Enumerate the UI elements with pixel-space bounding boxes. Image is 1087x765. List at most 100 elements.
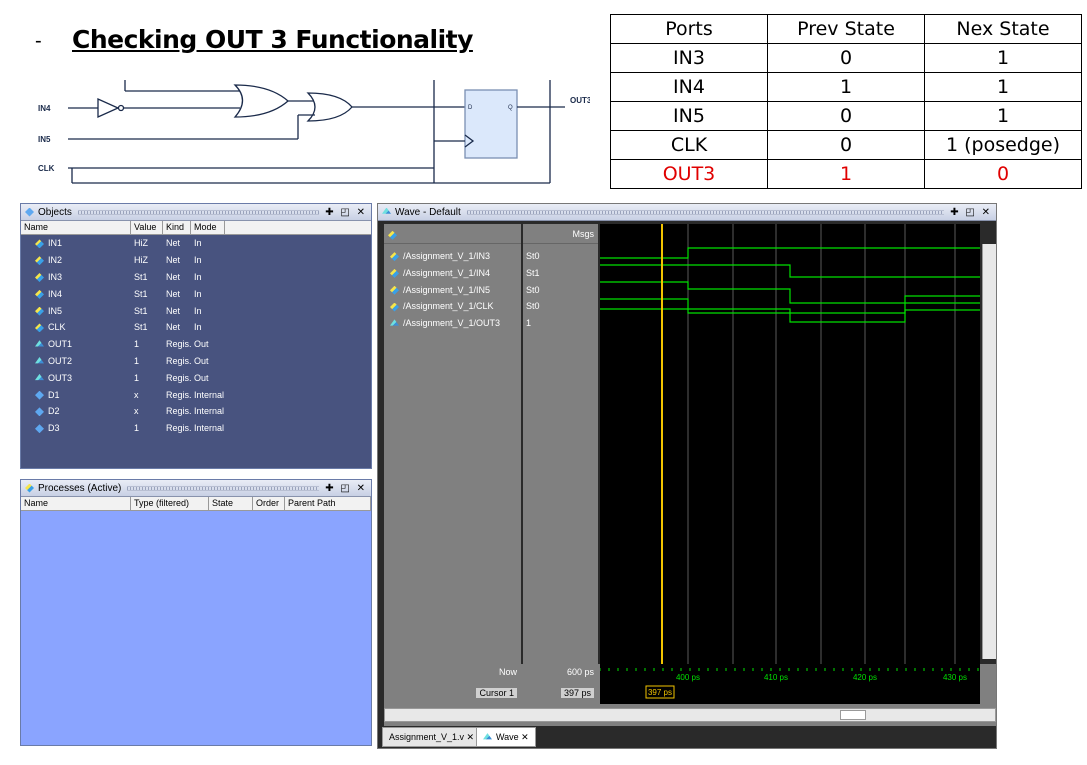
now-cursor-labels: Now Cursor 1	[384, 664, 521, 704]
cursor-tag: 397 ps	[648, 688, 672, 697]
object-name: IN3	[48, 271, 63, 282]
waveform-trace	[600, 264, 980, 278]
object-row[interactable]: D1 x Regis...Internal	[21, 386, 371, 403]
object-name: IN4	[48, 288, 63, 299]
input-icon	[35, 323, 44, 333]
ff-d-label: D	[468, 105, 473, 111]
circuit-diagram: IN4 IN5 CLK OUT3 D Q	[38, 80, 590, 184]
column-header-type[interactable]: Type (filtered)	[131, 497, 209, 510]
tab-source-label: Assignment_V_1.v	[389, 732, 465, 742]
column-header-state[interactable]: State	[209, 497, 253, 510]
state-table: Ports Prev State Nex State IN3 0 1 IN4 1…	[610, 14, 1082, 189]
table-row: IN3 0 1	[610, 43, 1082, 73]
object-row[interactable]: IN5 St1 Net In	[21, 302, 371, 319]
column-header-name[interactable]: Name	[21, 497, 131, 510]
object-row[interactable]: OUT3 1 Regis...Out	[21, 369, 371, 386]
wave-signal[interactable]: /Assignment_V_1/IN4	[384, 265, 521, 282]
object-row[interactable]: CLK St1 Net In	[21, 319, 371, 336]
horizontal-scrollbar[interactable]	[384, 708, 996, 722]
object-name-cell: IN2	[21, 255, 131, 266]
tab-wave[interactable]: Wave ✕	[476, 727, 536, 747]
input-icon	[35, 256, 44, 266]
object-value: x	[134, 406, 139, 417]
object-name-cell: OUT2	[21, 356, 131, 366]
object-row[interactable]: D2 x Regis...Internal	[21, 403, 371, 420]
object-name-cell: D2	[21, 406, 131, 417]
input-icon	[35, 306, 44, 316]
time-tick-label: 420 ps	[853, 673, 877, 682]
internal-icon	[35, 407, 44, 417]
tab-source-file[interactable]: Assignment_V_1.v ✕	[382, 727, 482, 747]
table-cell: 1	[767, 159, 925, 189]
wave-signal[interactable]: /Assignment_V_1/CLK	[384, 298, 521, 315]
column-header-value[interactable]: Value	[131, 221, 163, 234]
input-icon	[35, 273, 44, 283]
object-row[interactable]: OUT2 1 Regis...Out	[21, 353, 371, 370]
object-kind: Regis...	[166, 372, 191, 383]
scroll-thumb[interactable]	[840, 710, 866, 720]
wave-signal[interactable]: /Assignment_V_1/IN5	[384, 282, 521, 299]
out3-label: OUT3	[570, 96, 590, 105]
column-header-parent-path[interactable]: Parent Path	[285, 497, 371, 510]
panel-controls-icon[interactable]: ✚ ◰ ✕	[950, 207, 992, 218]
object-mode: In	[194, 288, 202, 299]
wave-signal[interactable]: /Assignment_V_1/OUT3	[384, 315, 521, 332]
signal-name-column: /Assignment_V_1/IN3/Assignment_V_1/IN4/A…	[384, 224, 521, 664]
output-icon	[390, 319, 399, 326]
object-row[interactable]: OUT1 1 Regis...Out	[21, 336, 371, 353]
wave-signal[interactable]: /Assignment_V_1/IN3	[384, 248, 521, 265]
object-name-cell: OUT3	[21, 373, 131, 383]
waveform-plot[interactable]	[600, 224, 980, 664]
object-name: IN1	[48, 238, 63, 249]
drag-grip[interactable]	[466, 209, 945, 215]
panel-controls-icon[interactable]: ✚ ◰ ✕	[325, 483, 367, 494]
object-mode: In	[194, 322, 202, 333]
object-kind: Net	[166, 255, 181, 266]
wave-titlebar[interactable]: Wave - Default ✚ ◰ ✕	[378, 204, 996, 221]
wave-signal-name: /Assignment_V_1/IN4	[403, 267, 491, 278]
wave-signal-msg: 1	[526, 318, 532, 329]
object-mode: In	[194, 305, 202, 316]
object-name: D3	[48, 423, 60, 434]
object-name: D2	[48, 406, 60, 417]
object-value: 1	[134, 423, 140, 434]
object-value: 1	[134, 355, 140, 366]
object-row[interactable]: IN4 St1 Net In	[21, 285, 371, 302]
object-row[interactable]: IN2 HiZ Net In	[21, 252, 371, 269]
in4-label: IN4	[38, 104, 51, 113]
table-cell: 0	[767, 43, 925, 73]
objects-titlebar[interactable]: Objects ✚ ◰ ✕	[21, 204, 371, 221]
panel-controls-icon[interactable]: ✚ ◰ ✕	[325, 207, 367, 218]
now-cursor-values: 600 ps 397 ps	[523, 664, 598, 704]
column-header-mode[interactable]: Mode	[191, 221, 225, 234]
processes-titlebar[interactable]: Processes (Active) ✚ ◰ ✕	[21, 480, 371, 497]
object-value: 1	[134, 372, 140, 383]
wave-status-area: Now Cursor 1 600 ps 397 ps 400 ps 410 ps 4…	[384, 664, 996, 726]
object-name: IN2	[48, 255, 63, 266]
object-kind: Net	[166, 288, 181, 299]
cursor-label[interactable]: Cursor 1	[476, 688, 517, 698]
object-mode: Internal	[194, 406, 225, 417]
wave-signal-name: /Assignment_V_1/CLK	[403, 301, 494, 312]
column-header-order[interactable]: Order	[253, 497, 285, 510]
object-name-cell: D3	[21, 423, 131, 434]
vertical-scrollbar[interactable]	[982, 244, 996, 659]
drag-grip[interactable]	[127, 485, 320, 491]
column-header-name[interactable]: Name	[21, 221, 131, 234]
output-icon	[35, 340, 44, 347]
object-row[interactable]: IN3 St1 Net In	[21, 269, 371, 286]
column-header: Ports	[610, 14, 768, 44]
drag-grip[interactable]	[77, 209, 320, 215]
wave-icon	[382, 207, 391, 214]
object-value: St1	[134, 288, 148, 299]
signal-menu-icon[interactable]	[388, 230, 397, 240]
objects-header: Name Value Kind Mode	[21, 221, 371, 235]
table-cell: IN5	[610, 101, 768, 131]
column-header-kind[interactable]: Kind	[163, 221, 191, 234]
object-row[interactable]: D3 1 Regis...Internal	[21, 420, 371, 437]
time-ruler[interactable]: 400 ps 410 ps 420 ps 430 ps 397 ps	[600, 664, 980, 704]
input-icon	[390, 252, 399, 262]
objects-panel: Objects ✚ ◰ ✕ Name Value Kind Mode IN1 Hi…	[20, 203, 372, 469]
object-row[interactable]: IN1 HiZ Net In	[21, 235, 371, 252]
internal-icon	[35, 390, 44, 400]
